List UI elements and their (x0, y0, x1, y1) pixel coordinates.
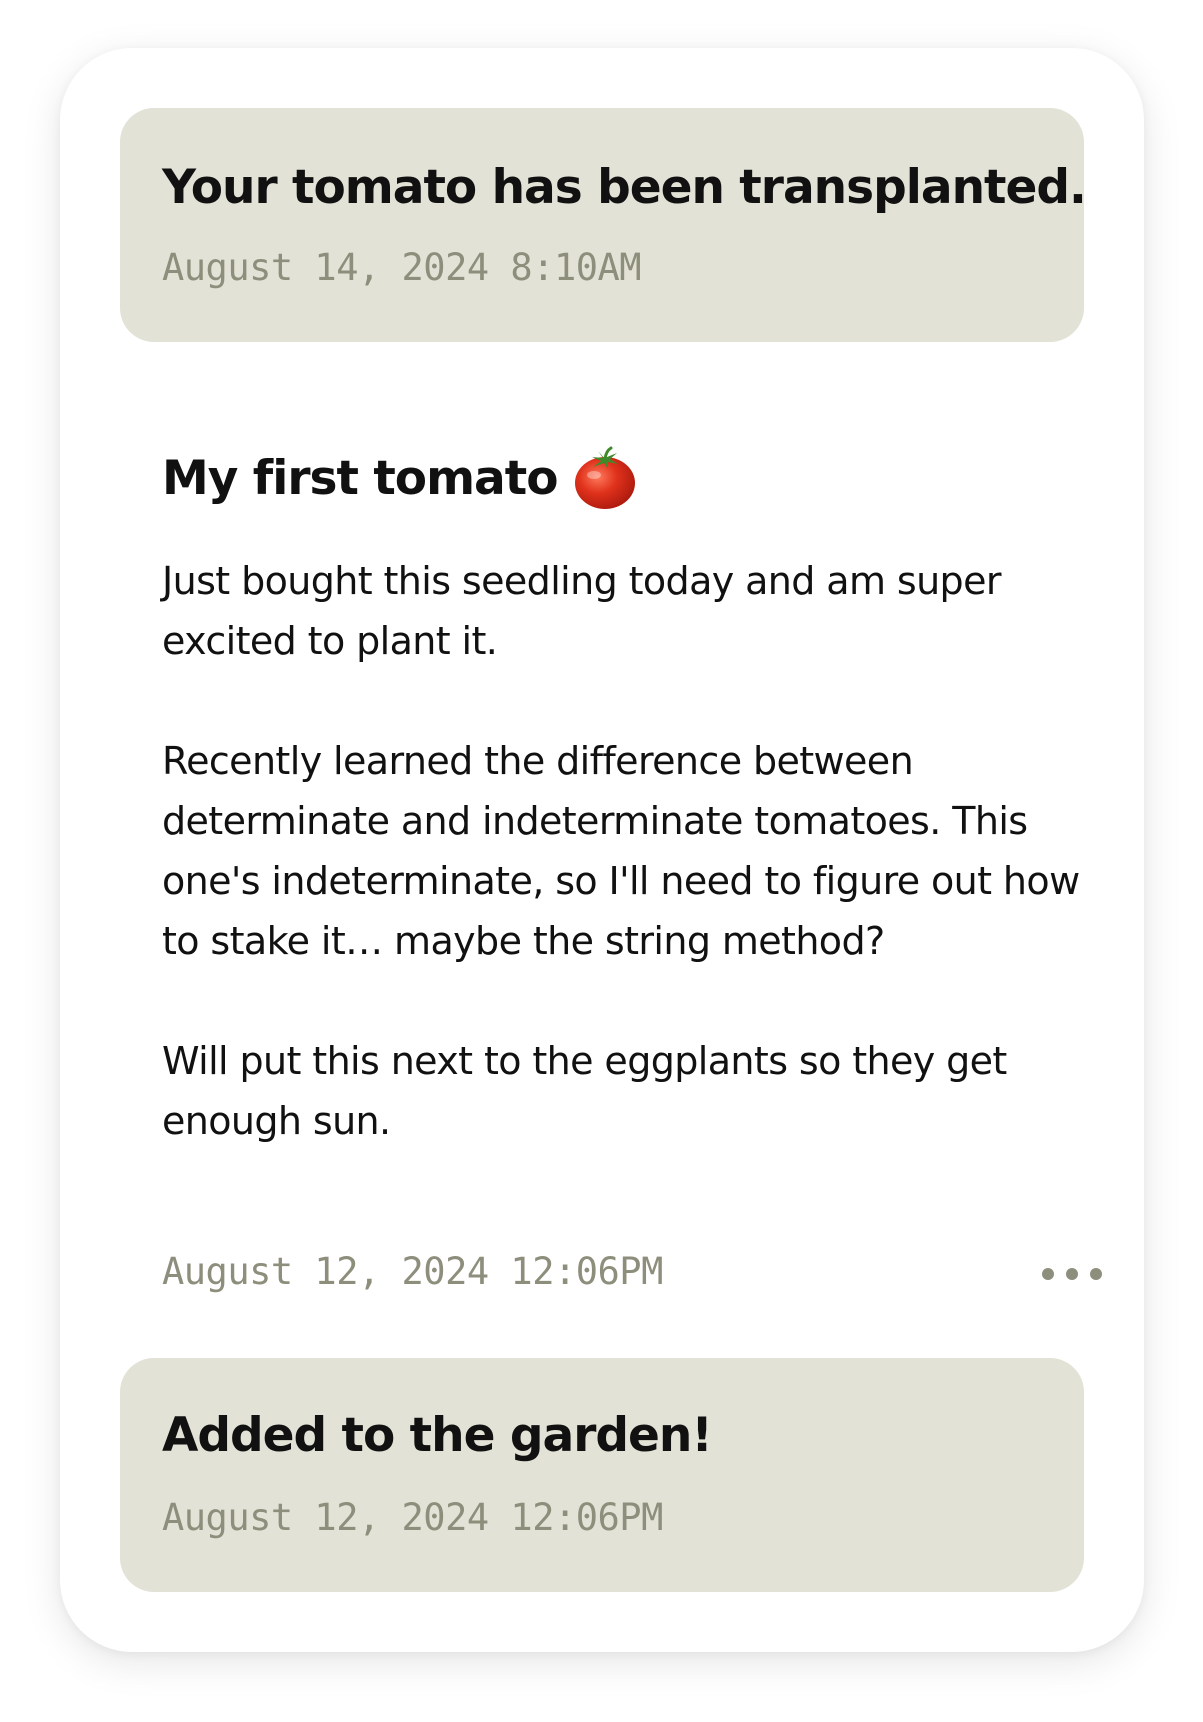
more-horizontal-icon (1090, 1268, 1102, 1280)
note-body: Just bought this seedling today and am s… (162, 551, 1092, 1151)
more-options-button[interactable] (1042, 1256, 1102, 1292)
note-timestamp: August 12, 2024 12:06PM (162, 1250, 663, 1293)
event-title: Your tomato has been transplanted. (162, 160, 1087, 215)
event-transplanted: Your tomato has been transplanted. Augus… (120, 108, 1087, 342)
event-added: Added to the garden! August 12, 2024 12:… (120, 1358, 1084, 1592)
note-paragraph: Will put this next to the eggplants so t… (162, 1039, 1007, 1143)
plant-timeline-card: Your tomato has been transplanted. Augus… (60, 48, 1144, 1652)
tomato-icon (572, 445, 638, 511)
more-horizontal-icon (1042, 1268, 1054, 1280)
note-paragraph: Recently learned the difference between … (162, 739, 1080, 963)
note-footer: August 12, 2024 12:06PM (162, 1246, 1102, 1306)
event-title: Added to the garden! (162, 1408, 713, 1463)
note-paragraph: Just bought this seedling today and am s… (162, 559, 1001, 663)
journal-note: My first tomato Just bought this seedlin… (162, 443, 1102, 1151)
event-timestamp: August 12, 2024 12:06PM (162, 1496, 663, 1539)
note-title-row: My first tomato (162, 443, 1102, 513)
note-title: My first tomato (162, 450, 559, 506)
event-timestamp: August 14, 2024 8:10AM (162, 246, 642, 289)
more-horizontal-icon (1066, 1268, 1078, 1280)
